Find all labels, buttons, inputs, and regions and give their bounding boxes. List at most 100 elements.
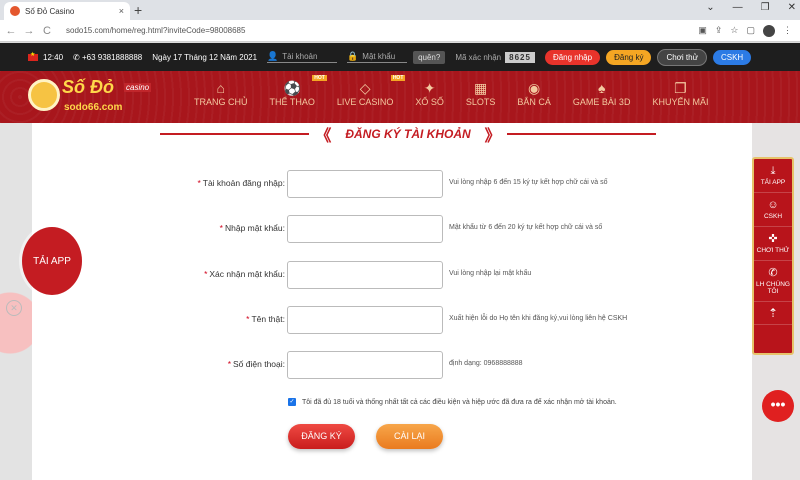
- form-row-username: * Tài khoản đăng nhập: Vui lòng nhập 6 đế…: [32, 170, 752, 198]
- scroll-to-top-button[interactable]: ⇡: [754, 302, 792, 325]
- title-divider-left: [160, 133, 310, 135]
- demo-play-button[interactable]: Chơi thử: [657, 48, 707, 66]
- browser-menu-icon[interactable]: ⋮: [783, 25, 792, 37]
- main-nav: ⌂ TRANG CHỦ HOT ⚽ THỂ THAO HOT ◇ LIVE CA…: [194, 75, 730, 107]
- password-field[interactable]: [287, 215, 443, 243]
- field-label: * Tài khoản đăng nhập:: [197, 178, 285, 188]
- sidebar-item-download-app[interactable]: ⤓ TẢI APP: [754, 159, 792, 193]
- translate-icon[interactable]: ▣: [698, 25, 707, 37]
- clock-time: 12:40: [43, 52, 64, 62]
- reload-icon[interactable]: C: [40, 25, 54, 37]
- support-icon: ☺: [767, 199, 779, 211]
- field-hint: định dạng: 0968888888: [449, 360, 523, 367]
- form-title-row: 《 ĐĂNG KÝ TÀI KHOẢN 》: [160, 123, 656, 145]
- tab-search-icon[interactable]: ⌄: [706, 2, 714, 13]
- register-button[interactable]: Đăng ký: [606, 49, 652, 65]
- nav-item-lottery[interactable]: ✦ XỔ SỐ: [415, 79, 444, 107]
- site-favicon-icon: [10, 6, 20, 16]
- close-window-icon[interactable]: ✕: [788, 2, 796, 13]
- captcha-code[interactable]: 8625: [505, 51, 535, 63]
- slots-icon: ▦: [474, 80, 488, 96]
- url-field[interactable]: sodo15.com/home/reg.html?inviteCode=9800…: [66, 26, 698, 35]
- required-mark: *: [246, 314, 250, 324]
- captcha-label: Mã xác nhận: [455, 52, 502, 62]
- bookmark-star-icon[interactable]: ☆: [730, 25, 738, 37]
- nav-item-card-games[interactable]: ♠ GAME BÀI 3D: [573, 79, 631, 107]
- sidebar-label: CHƠI THỬ: [756, 247, 790, 254]
- user-icon: 👤: [267, 51, 279, 61]
- nav-item-live-casino[interactable]: HOT ◇ LIVE CASINO: [337, 75, 406, 107]
- site-header: Số Đỏ casino sodo66.com ⌂ TRANG CHỦ HOT …: [0, 71, 800, 123]
- sidebar-item-contact[interactable]: ✆ LH CHÚNG TÔI: [754, 261, 792, 302]
- nav-label: GAME BÀI 3D: [572, 97, 631, 107]
- lock-icon: 🔒: [347, 51, 359, 61]
- field-hint: Mật khẩu từ 6 đến 20 ký tự kết hợp chữ c…: [449, 224, 603, 231]
- password-input[interactable]: 🔒 Mật khẩu: [347, 51, 408, 63]
- form-row-real-name: * Tên thật: Xuất hiện lỗi do Họ tên khi đ…: [32, 306, 752, 334]
- field-hint: Vui lòng nhập lại mật khẩu: [449, 270, 532, 277]
- nav-item-fishing[interactable]: ◉ BẮN CÁ: [517, 79, 551, 107]
- form-row-password: * Nhập mật khẩu: Mật khẩu từ 6 đến 20 ký …: [32, 215, 752, 243]
- forward-icon[interactable]: →: [22, 25, 36, 37]
- new-tab-button[interactable]: +: [134, 3, 142, 17]
- field-label: * Số điện thoại:: [228, 359, 285, 369]
- login-button[interactable]: Đăng nhập: [544, 49, 601, 65]
- site-logo[interactable]: Số Đỏ casino sodo66.com: [28, 75, 158, 119]
- profile-avatar[interactable]: [763, 24, 775, 37]
- terms-text: Tôi đã đủ 18 tuổi và thống nhất tất cả c…: [302, 398, 617, 406]
- form-title: ĐĂNG KÝ TÀI KHOẢN: [345, 127, 471, 141]
- confirm-password-field[interactable]: [287, 261, 443, 289]
- submit-register-button[interactable]: ĐĂNG KÝ: [288, 424, 355, 449]
- sidebar-item-support[interactable]: ☺ CSKH: [754, 193, 792, 227]
- tab-title: Số Đỏ Casino: [25, 6, 75, 16]
- nav-item-home[interactable]: ⌂ TRANG CHỦ: [194, 79, 248, 107]
- phone-icon: ✆: [73, 52, 82, 62]
- nav-item-promotions[interactable]: ❐ KHUYẾN MÃI: [652, 79, 708, 107]
- sidebar-item-demo[interactable]: ✜ CHƠI THỬ: [754, 227, 792, 261]
- extensions-icon[interactable]: ▢: [746, 25, 755, 37]
- chevron-right-icon: 》: [484, 128, 501, 145]
- required-mark: *: [197, 178, 201, 188]
- username-input[interactable]: 👤 Tài khoản: [267, 51, 338, 63]
- title-divider-right: [506, 133, 656, 135]
- field-hint: Xuất hiện lỗi do Họ tên khi đăng ký,vui …: [449, 315, 628, 322]
- terms-agreement: ✓ Tôi đã đủ 18 tuổi và thống nhất tất cả…: [288, 398, 617, 406]
- terms-checkbox[interactable]: ✓: [288, 398, 296, 406]
- nav-label: BẮN CÁ: [517, 97, 551, 107]
- field-label: * Tên thật:: [246, 314, 285, 324]
- field-label-text: Xác nhận mật khẩu:: [209, 269, 285, 279]
- back-icon[interactable]: ←: [4, 25, 18, 37]
- share-icon[interactable]: ⇪: [715, 25, 723, 37]
- form-row-phone: * Số điện thoại: định dạng: 0968888888: [32, 351, 752, 379]
- more-options-button[interactable]: •••: [762, 390, 794, 422]
- field-label-text: Nhập mật khẩu:: [224, 223, 285, 233]
- close-float-icon[interactable]: ✕: [6, 300, 22, 316]
- sidebar-label: TẢI APP: [760, 179, 786, 186]
- phone-field[interactable]: [287, 351, 443, 379]
- logo-domain: sodo66.com: [64, 102, 123, 113]
- maximize-icon[interactable]: ❐: [761, 2, 770, 13]
- real-name-field[interactable]: [287, 306, 443, 334]
- logo-suffix: casino: [124, 83, 152, 92]
- field-label: * Nhập mật khẩu:: [220, 223, 285, 233]
- hot-badge: HOT: [312, 75, 327, 81]
- forgot-password-button[interactable]: quên?: [413, 50, 446, 64]
- field-label-text: Số điện thoại:: [233, 359, 285, 369]
- reset-form-button[interactable]: CÀI LẠI: [376, 424, 443, 449]
- username-field[interactable]: [287, 170, 443, 198]
- tab-close-icon[interactable]: ×: [119, 6, 124, 16]
- download-app-float-button[interactable]: TẢI APP: [22, 227, 82, 295]
- home-icon: ⌂: [216, 80, 225, 96]
- nav-item-slots[interactable]: ▦ SLOTS: [466, 79, 496, 107]
- window-controls: ⌄ — ❐ ✕: [706, 2, 796, 13]
- minimize-icon[interactable]: —: [733, 2, 743, 13]
- form-row-confirm-password: * Xác nhận mật khẩu: Vui lòng nhập lại mậ…: [32, 261, 752, 289]
- required-mark: *: [219, 223, 223, 233]
- nav-label: SLOTS: [465, 97, 496, 107]
- hot-badge: HOT: [390, 75, 406, 81]
- address-bar-actions: ▣ ⇪ ☆ ▢ ⋮: [698, 24, 792, 37]
- registration-panel: 《 ĐĂNG KÝ TÀI KHOẢN 》 * Tài khoản đăng nh…: [32, 123, 752, 480]
- nav-item-sports[interactable]: HOT ⚽ THỂ THAO: [270, 75, 327, 107]
- customer-support-button[interactable]: CSKH: [712, 49, 752, 65]
- browser-tab[interactable]: Số Đỏ Casino ×: [4, 2, 130, 20]
